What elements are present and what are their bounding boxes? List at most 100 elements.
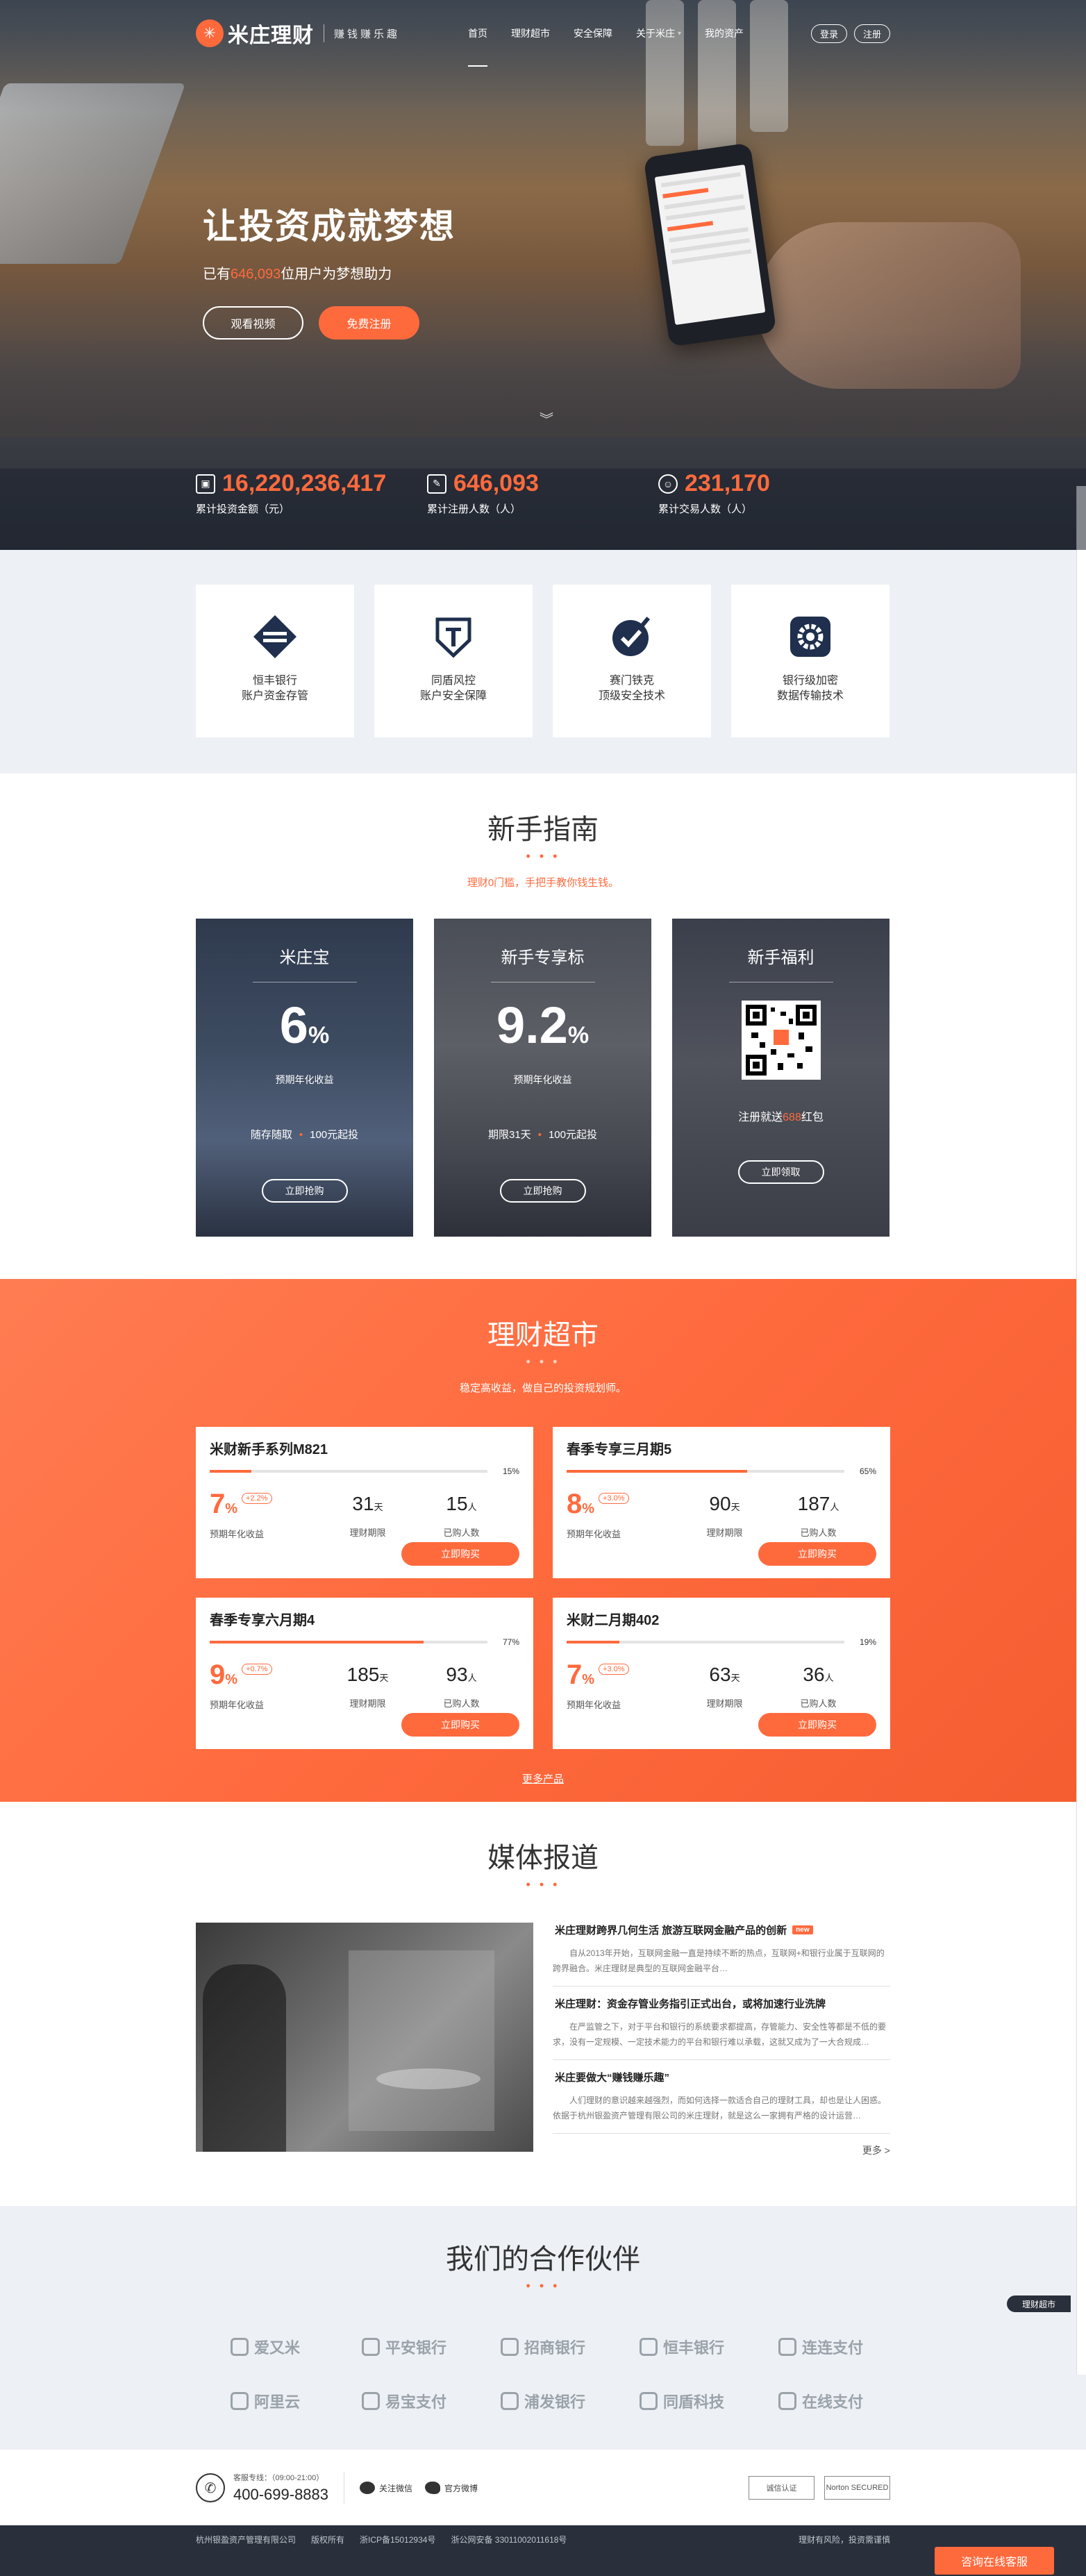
product-term: 31天 <box>352 1493 383 1514</box>
buy-button[interactable]: 立即购买 <box>758 1713 876 1737</box>
weibo-link[interactable]: 官方微博 <box>425 2482 478 2494</box>
right-sidebar <box>1076 486 1086 2375</box>
user-icon: ☺ <box>658 474 678 494</box>
shield-icon <box>429 612 478 661</box>
claim-now-button[interactable]: 立即领取 <box>737 1160 824 1184</box>
partner-logo[interactable]: 浦发银行 <box>474 2374 612 2428</box>
hotline-label: 客服专线：（09:00-21:00） <box>233 2474 324 2482</box>
progress-bar <box>210 1470 487 1473</box>
buy-button[interactable]: 立即购买 <box>758 1542 876 1566</box>
nav-market[interactable]: 理财超市 <box>511 0 550 67</box>
nav-my-assets[interactable]: 我的资产 <box>705 0 744 67</box>
partner-logo[interactable]: 连连支付 <box>751 2320 890 2374</box>
partner-logo[interactable]: 易宝支付 <box>335 2374 474 2428</box>
partners-title: 我们的合作伙伴 <box>446 2244 640 2275</box>
product-buyers: 187人 <box>797 1493 839 1514</box>
wechat-link[interactable]: 关注微信 <box>360 2482 412 2494</box>
progress-text: 77% <box>502 1637 519 1647</box>
hero-title: 让投资成就梦想 <box>203 207 456 246</box>
product-buyers: 36人 <box>803 1664 834 1685</box>
copyright-bar: 杭州银盈资产管理有限公司 版权所有 浙ICP备15012934号 浙公网安备 3… <box>0 2525 1086 2576</box>
qr-code-icon <box>741 1001 821 1080</box>
progress-text: 65% <box>859 1466 876 1476</box>
chevron-down-icon: ▾ <box>678 29 682 37</box>
trust-risk-control: 同盾风控 账户安全保障 <box>374 585 533 737</box>
trust-encryption: 银行级加密 数据传输技术 <box>731 585 889 737</box>
beginner-guide-section: 新手指南 • • • 理财0门槛，手把手教你钱生钱。 米庄宝 6% 预期年化收益… <box>0 773 1086 1279</box>
product-card[interactable]: 春季专享三月期5 65% 8%+3.0% 预期年化收益 90天 理财期限 187人 已购人数立… <box>553 1427 890 1578</box>
partner-logo-icon <box>230 2338 249 2356</box>
progress-fill <box>210 1641 424 1644</box>
buy-now-button[interactable]: 立即抢购 <box>261 1179 348 1203</box>
product-rate: 9% <box>210 1659 238 1690</box>
check-circle-icon <box>608 612 656 661</box>
progress-fill <box>567 1641 619 1644</box>
credit-cert-badge[interactable]: 诚信认证 <box>749 2476 814 2500</box>
bonus-badge: +0.7% <box>242 1664 272 1675</box>
product-rate: 7% <box>567 1659 595 1690</box>
product-card[interactable]: 米财二月期402 19% 7%+3.0% 预期年化收益 63天 理财期限 36人 已购人数 立即… <box>553 1598 890 1749</box>
partners-section: 我们的合作伙伴 • • • 爱又米 平安银行 招商银行 恒丰银行 连连支付 阿里云 易宝支付… <box>0 2206 1086 2449</box>
trust-section: 恒丰银行 账户资金存管 同盾风控 账户安全保障 赛门铁克 顶级安全技术 银行级加密 数据… <box>0 550 1086 773</box>
logo-name: 米庄理财 <box>228 24 314 47</box>
partner-logo[interactable]: 爱又米 <box>196 2320 335 2374</box>
product-card[interactable]: 春季专享六月期4 77% 9%+0.7% 预期年化收益 185天 理财期限 93人 已购人数立… <box>196 1598 533 1749</box>
register-button[interactable]: 注册 <box>853 24 890 43</box>
partner-logo-icon <box>361 2392 380 2410</box>
more-products-link[interactable]: 更多产品 <box>196 1771 890 1786</box>
news-item[interactable]: 米庄理财跨界几何生活 旅游互联网金融产品的创新 new 自从2013年开始，互联网… <box>553 1923 890 1987</box>
product-name: 米财二月期402 <box>567 1613 660 1628</box>
buy-button[interactable]: 立即购买 <box>401 1542 519 1566</box>
side-market-tag[interactable]: 理财超市 <box>1007 2295 1071 2312</box>
norton-badge[interactable]: Norton SECURED <box>824 2476 890 2500</box>
wechat-icon <box>360 2482 376 2494</box>
product-card[interactable]: 米财新手系列M821 15% 7%+2.2% 预期年化收益 31天 理财期限 15人 已购人数… <box>196 1427 533 1578</box>
gear-icon <box>786 612 835 661</box>
trust-security-tech: 赛门铁克 顶级安全技术 <box>553 585 711 737</box>
progress-bar <box>567 1641 844 1644</box>
nav-about[interactable]: 关于米庄 ▾ <box>636 0 681 67</box>
partner-logo-icon <box>230 2392 249 2410</box>
partner-logo-icon <box>500 2338 519 2356</box>
progress-fill <box>210 1470 251 1473</box>
partner-logo-icon <box>639 2392 658 2410</box>
new-badge: new <box>792 1925 813 1934</box>
bonus-badge: +2.2% <box>242 1493 272 1504</box>
progress-bar <box>567 1470 844 1473</box>
watch-video-button[interactable]: 观看视频 <box>203 306 303 340</box>
hotline-number: 400-699-8883 <box>233 2486 329 2503</box>
market-title: 理财超市 <box>487 1320 599 1350</box>
partner-logo[interactable]: 在线支付 <box>751 2374 890 2428</box>
progress-text: 15% <box>502 1466 519 1476</box>
product-rate: 7% <box>210 1489 238 1519</box>
online-service-button[interactable]: 咨询在线客服 <box>935 2547 1054 2575</box>
stat-registered: ✎ 646,093 累计注册人数（人） <box>427 470 539 515</box>
free-register-button[interactable]: 免费注册 <box>319 306 419 340</box>
login-button[interactable]: 登录 <box>810 24 847 43</box>
hero-banner: ✳ 米庄理财 赚钱赚乐趣 首页 理财超市 安全保障 关于米庄 ▾ 我的资产 登录 … <box>0 0 1086 550</box>
bank-logo-icon <box>251 612 299 661</box>
risk-notice: 理财有风险，投资需谨慎 <box>798 2534 890 2545</box>
stat-traders: ☺ 231,170 累计交易人数（人） <box>658 470 770 515</box>
product-rate: 8% <box>567 1489 595 1519</box>
news-item[interactable]: 米庄理财：资金存管业务指引正式出台，或将加速行业洗牌 在严监管之下，对于平台和银… <box>553 1996 890 2060</box>
nav-home[interactable]: 首页 <box>468 0 488 67</box>
partner-logo[interactable]: 恒丰银行 <box>612 2320 751 2374</box>
icp-link[interactable]: 浙ICP备15012934号 <box>360 2534 435 2545</box>
partner-logo[interactable]: 同盾科技 <box>612 2374 751 2428</box>
buy-now-button[interactable]: 立即抢购 <box>499 1179 586 1203</box>
product-name: 春季专享六月期4 <box>210 1613 315 1628</box>
scroll-down-icon[interactable]: ︾ <box>540 408 553 428</box>
police-link[interactable]: 浙公网安备 33011002011618号 <box>451 2534 567 2545</box>
site-logo[interactable]: ✳ 米庄理财 赚钱赚乐趣 <box>196 18 400 49</box>
more-news-link[interactable]: 更多 > <box>553 2143 890 2157</box>
logo-slogan: 赚钱赚乐趣 <box>334 28 401 40</box>
nav-security[interactable]: 安全保障 <box>574 0 612 67</box>
partner-logo[interactable]: 阿里云 <box>196 2374 335 2428</box>
news-item[interactable]: 米庄要做大“赚钱赚乐趣” 人们理财的意识越来越强烈，而如何选择一款适合自己的理财… <box>553 2070 890 2134</box>
buy-button[interactable]: 立即购买 <box>401 1713 519 1737</box>
partner-logo[interactable]: 招商银行 <box>474 2320 612 2374</box>
partner-logo-icon <box>500 2392 519 2410</box>
weibo-icon <box>425 2482 441 2494</box>
partner-logo[interactable]: 平安银行 <box>335 2320 474 2374</box>
